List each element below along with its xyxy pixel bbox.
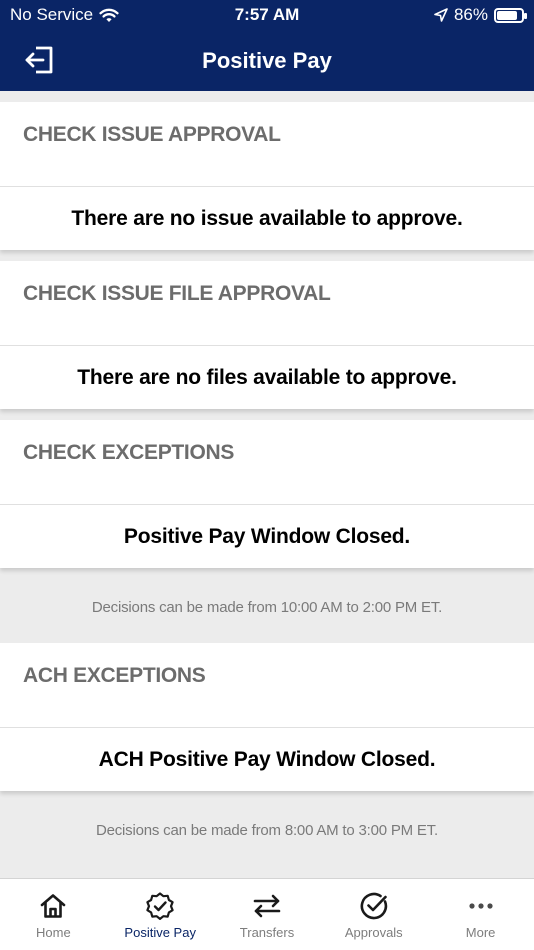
spacer [0, 91, 534, 102]
section-message: Positive Pay Window Closed. [0, 505, 534, 568]
section-gap [0, 250, 534, 261]
tab-transfers[interactable]: Transfers [214, 879, 321, 950]
section-header: CHECK ISSUE FILE APPROVAL [0, 261, 534, 346]
section-gap [0, 409, 534, 420]
tab-home[interactable]: Home [0, 879, 107, 950]
app-header: No Service 7:57 AM 86% Positive Pay [0, 0, 534, 91]
section-message: ACH Positive Pay Window Closed. [0, 728, 534, 791]
tab-more[interactable]: More [427, 879, 534, 950]
section-check-issue-approval: CHECK ISSUE APPROVAL There are no issue … [0, 102, 534, 250]
transfer-arrows-icon [253, 894, 281, 918]
status-bar: No Service 7:57 AM 86% [0, 0, 534, 30]
section-message: There are no files available to approve. [0, 346, 534, 409]
section-note: Decisions can be made from 8:00 AM to 3:… [0, 791, 534, 866]
tab-label: Positive Pay [124, 925, 196, 940]
section-header: CHECK ISSUE APPROVAL [0, 102, 534, 187]
page-title: Positive Pay [202, 48, 332, 73]
tab-label: More [465, 925, 496, 940]
section-message: There are no issue available to approve. [0, 187, 534, 250]
battery-fill [497, 10, 518, 20]
home-icon [41, 894, 66, 918]
content-scroll[interactable]: CHECK ISSUE APPROVAL There are no issue … [0, 91, 534, 878]
badge-check-icon [146, 892, 174, 920]
section-note: Decisions can be made from 10:00 AM to 2… [0, 568, 534, 643]
section-check-issue-file-approval: CHECK ISSUE FILE APPROVAL There are no f… [0, 261, 534, 409]
tab-bar: Home Positive Pay Transfers Approvals Mo… [0, 878, 534, 950]
battery-icon [494, 7, 527, 23]
section-check-exceptions: CHECK EXCEPTIONS Positive Pay Window Clo… [0, 420, 534, 568]
status-right: 86% [434, 5, 527, 25]
battery-percent: 86% [453, 5, 488, 24]
nav-bar: Positive Pay [0, 30, 534, 91]
more-dots-icon [468, 903, 493, 909]
location-arrow-icon [434, 8, 448, 22]
section-header: CHECK EXCEPTIONS [0, 420, 534, 505]
tab-approvals[interactable]: Approvals [320, 879, 427, 950]
section-header: ACH EXCEPTIONS [0, 643, 534, 728]
section-ach-exceptions: ACH EXCEPTIONS ACH Positive Pay Window C… [0, 643, 534, 791]
tab-label: Approvals [344, 925, 403, 940]
tab-label: Transfers [239, 925, 295, 940]
check-circle-icon [360, 892, 387, 920]
tab-label: Home [36, 925, 71, 940]
tab-positive-pay[interactable]: Positive Pay [107, 879, 214, 950]
